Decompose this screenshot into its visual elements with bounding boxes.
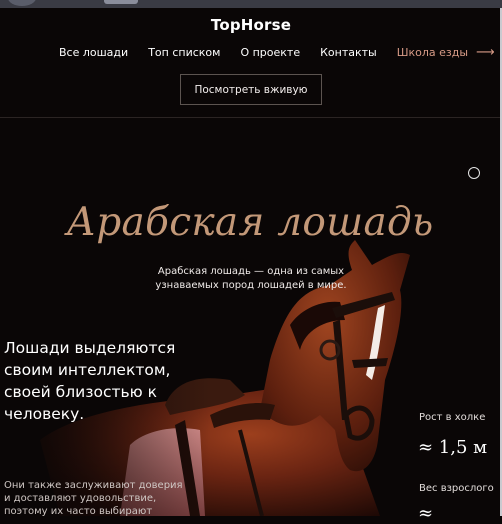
stat-weight-value: ≈ — [418, 503, 434, 524]
stat-height-value: ≈ 1,5 м — [418, 437, 488, 458]
stat-weight-label: Вес взрослого — [419, 483, 494, 494]
feature-headline: Лошади выделяются своим интеллектом, сво… — [4, 339, 176, 423]
nav-item-riding-school[interactable]: Школа езды — [397, 46, 468, 59]
arrow-right-icon[interactable]: ⟶ — [476, 46, 495, 59]
hero-lead-text: Арабская лошадь — одна из самых узнаваем… — [155, 266, 347, 291]
site-logo[interactable]: TopHorse — [0, 16, 502, 34]
main-nav: Все лошади Топ списком О проекте Контакт… — [59, 46, 502, 59]
tab-indicator — [104, 0, 138, 4]
stat-height-label: Рост в холке — [419, 412, 486, 423]
header-divider — [0, 117, 500, 118]
nav-item-contacts[interactable]: Контакты — [320, 46, 377, 59]
avatar — [8, 0, 36, 6]
browser-top-strip — [0, 0, 502, 8]
nav-item-all-horses[interactable]: Все лошади — [59, 46, 128, 59]
nav-item-about[interactable]: О проекте — [240, 46, 300, 59]
page-title: Арабская лошадь — [66, 200, 434, 245]
nav-item-top-list[interactable]: Топ списком — [148, 46, 220, 59]
watch-live-button[interactable]: Посмотреть вживую — [180, 74, 322, 105]
circle-icon[interactable] — [468, 167, 480, 179]
feature-description: Они также заслуживают доверия и доставля… — [4, 480, 183, 517]
